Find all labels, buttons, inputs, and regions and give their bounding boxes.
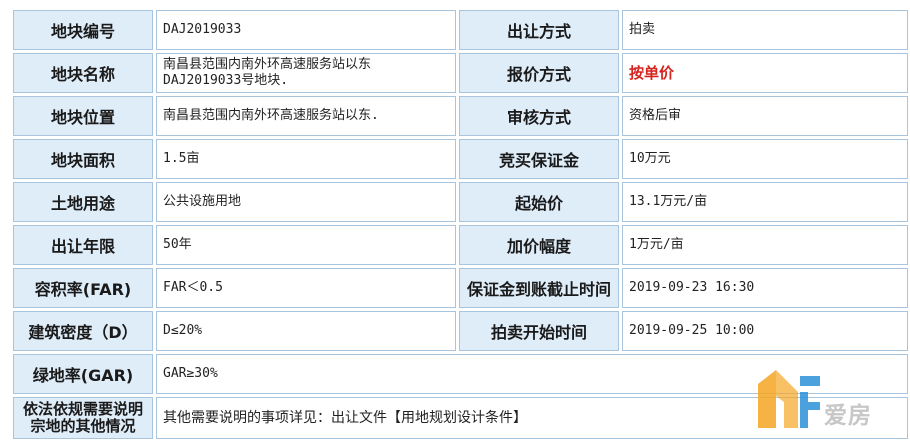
value-parcel-area: 1.5亩 xyxy=(156,139,456,179)
table-row: 地块名称 南昌县范围内南外环高速服务站以东DAJ2019033号地块. 报价方式… xyxy=(13,53,908,93)
value-parcel-location: 南昌县范围内南外环高速服务站以东. xyxy=(156,96,456,136)
watermark-logo: 爱房 xyxy=(754,362,904,432)
value-building-density: D≤20% xyxy=(156,311,456,351)
label-land-use: 土地用途 xyxy=(13,182,153,222)
house-logo-icon xyxy=(758,370,820,428)
label-building-density: 建筑密度（D） xyxy=(13,311,153,351)
value-auction-start: 2019-09-25 10:00 xyxy=(622,311,908,351)
value-deposit-deadline: 2019-09-23 16:30 xyxy=(622,268,908,308)
logo-text: 爱房 xyxy=(824,403,872,429)
label-deposit-deadline: 保证金到账截止时间 xyxy=(459,268,619,308)
value-bid-deposit: 10万元 xyxy=(622,139,908,179)
table-row: 地块编号 DAJ2019033 出让方式 拍卖 xyxy=(13,10,908,50)
value-bid-increment: 1万元/亩 xyxy=(622,225,908,265)
label-parcel-name: 地块名称 xyxy=(13,53,153,93)
label-green-ratio: 绿地率(GAR) xyxy=(13,354,153,394)
label-starting-price: 起始价 xyxy=(459,182,619,222)
label-review-method: 审核方式 xyxy=(459,96,619,136)
label-parcel-number: 地块编号 xyxy=(13,10,153,50)
label-transfer-method: 出让方式 xyxy=(459,10,619,50)
value-parcel-name: 南昌县范围内南外环高速服务站以东DAJ2019033号地块. xyxy=(156,53,456,93)
value-starting-price: 13.1万元/亩 xyxy=(622,182,908,222)
label-other-info: 依法依规需要说明宗地的其他情况 xyxy=(13,397,153,439)
label-quote-method: 报价方式 xyxy=(459,53,619,93)
table-row: 地块面积 1.5亩 竞买保证金 10万元 xyxy=(13,139,908,179)
label-parcel-location: 地块位置 xyxy=(13,96,153,136)
table-row: 地块位置 南昌县范围内南外环高速服务站以东. 审核方式 资格后审 xyxy=(13,96,908,136)
label-bid-increment: 加价幅度 xyxy=(459,225,619,265)
label-bid-deposit: 竞买保证金 xyxy=(459,139,619,179)
table-row: 土地用途 公共设施用地 起始价 13.1万元/亩 xyxy=(13,182,908,222)
value-transfer-method: 拍卖 xyxy=(622,10,908,50)
value-parcel-number: DAJ2019033 xyxy=(156,10,456,50)
table-row: 建筑密度（D） D≤20% 拍卖开始时间 2019-09-25 10:00 xyxy=(13,311,908,351)
label-auction-start: 拍卖开始时间 xyxy=(459,311,619,351)
label-parcel-area: 地块面积 xyxy=(13,139,153,179)
label-far: 容积率(FAR) xyxy=(13,268,153,308)
table-row: 出让年限 50年 加价幅度 1万元/亩 xyxy=(13,225,908,265)
value-quote-method: 按单价 xyxy=(622,53,908,93)
value-far: FAR＜0.5 xyxy=(156,268,456,308)
table-row: 容积率(FAR) FAR＜0.5 保证金到账截止时间 2019-09-23 16… xyxy=(13,268,908,308)
value-transfer-term: 50年 xyxy=(156,225,456,265)
value-land-use: 公共设施用地 xyxy=(156,182,456,222)
value-review-method: 资格后审 xyxy=(622,96,908,136)
label-transfer-term: 出让年限 xyxy=(13,225,153,265)
